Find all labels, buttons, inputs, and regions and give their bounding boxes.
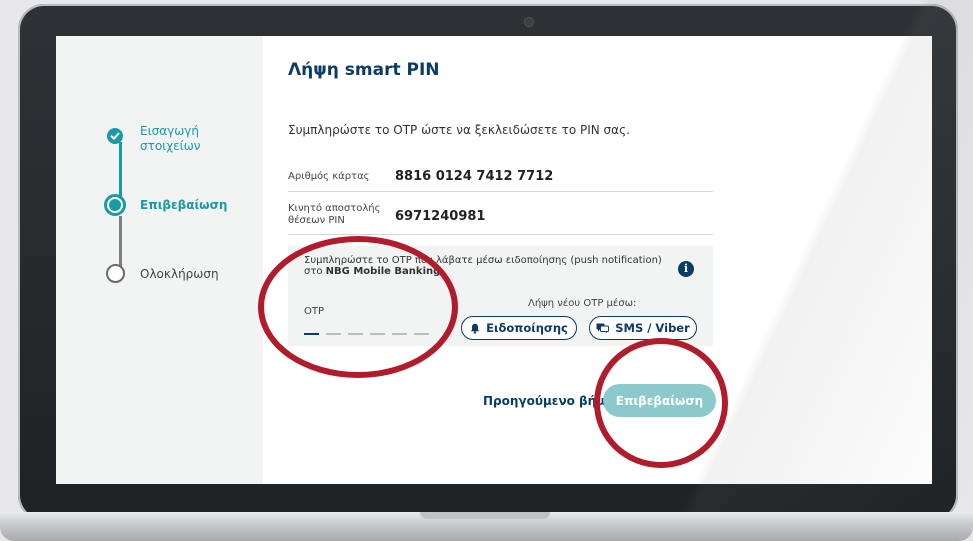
step-done-marker	[107, 128, 123, 144]
laptop-base-notch	[420, 512, 550, 519]
instruction-text: Συμπληρώστε το OTP ώστε να ξεκλειδώσετε …	[288, 123, 630, 137]
otp-field-label: OTP	[304, 306, 325, 317]
previous-step-link[interactable]: Προηγούμενο βήμα	[483, 394, 613, 408]
camera-icon	[524, 17, 534, 27]
step-connector-2	[119, 216, 122, 270]
step-label-line1: Εισαγωγή	[140, 124, 200, 138]
step-label-line2: στοιχείων	[140, 139, 201, 153]
notification-otp-button[interactable]: Ειδοποίησης	[461, 316, 577, 340]
new-otp-label: Λήψη νέου OTP μέσω:	[528, 298, 637, 309]
main-content: Λήψη smart PIN Συμπληρώστε το OTP ώστε ν…	[263, 36, 932, 484]
info-icon[interactable]: i	[678, 261, 694, 277]
otp-digit-3[interactable]	[348, 333, 363, 335]
page-title: Λήψη smart PIN	[288, 60, 440, 80]
otp-panel: Συμπληρώστε το OTP που λάβατε μέσω ειδοπ…	[288, 246, 713, 346]
bell-icon	[470, 323, 480, 334]
step-active-marker	[104, 194, 126, 216]
otp-digit-6[interactable]	[414, 333, 429, 335]
browser-screen: Εισαγωγή στοιχείων Επιβεβαίωση Ολοκλήρωσ…	[56, 36, 932, 484]
mobile-number-row: Κινητό αποστολής θέσεων PIN 6971240981	[288, 192, 713, 235]
otp-input[interactable]	[304, 333, 429, 335]
steps-sidebar: Εισαγωγή στοιχείων Επιβεβαίωση Ολοκλήρωσ…	[56, 36, 263, 484]
sms-viber-otp-button[interactable]: SMS / Viber	[589, 316, 697, 340]
step-connector-1	[119, 142, 122, 198]
card-number-value: 8816 0124 7412 7712	[395, 169, 554, 184]
chat-icon	[596, 323, 610, 333]
step-label: Ολοκλήρωση	[140, 267, 219, 281]
step-pending-marker	[106, 264, 125, 283]
otp-digit-4[interactable]	[370, 333, 385, 335]
sms-button-label: SMS / Viber	[615, 321, 690, 335]
otp-message: Συμπληρώστε το OTP που λάβατε μέσω ειδοπ…	[304, 255, 662, 277]
mobile-label-line1: Κινητό αποστολής	[288, 203, 381, 214]
otp-digit-5[interactable]	[392, 333, 407, 335]
otp-digit-2[interactable]	[326, 333, 341, 335]
otp-message-app: NBG Mobile Banking.	[325, 266, 445, 277]
otp-digit-1[interactable]	[304, 333, 319, 335]
mobile-label-line2: θέσεων PIN	[288, 215, 345, 226]
confirm-button[interactable]: Επιβεβαίωση	[603, 384, 716, 417]
mobile-number-value: 6971240981	[395, 209, 486, 224]
step-label: Επιβεβαίωση	[140, 198, 228, 212]
notification-button-label: Ειδοποίησης	[486, 321, 568, 335]
card-number-label: Αριθμός κάρτας	[288, 171, 370, 182]
card-number-row: Αριθμός κάρτας 8816 0124 7412 7712	[288, 160, 713, 192]
check-icon	[110, 132, 120, 140]
